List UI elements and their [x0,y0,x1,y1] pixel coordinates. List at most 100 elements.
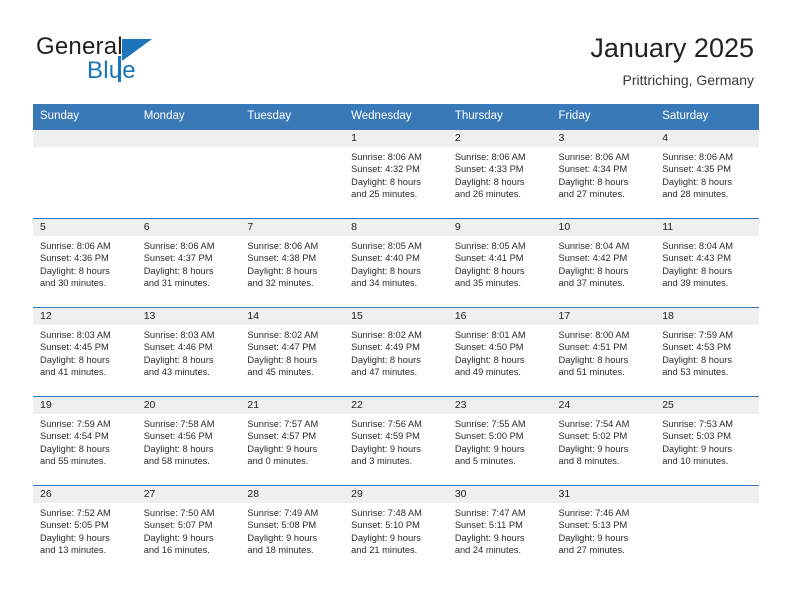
day-cell-content [655,486,759,574]
calendar-day-cell[interactable]: 28 Sunrise: 7:49 AM Sunset: 5:08 PM Dayligh… [240,485,345,574]
calendar-day-cell[interactable]: 4 Sunrise: 8:06 AM Sunset: 4:35 PM Daylight… [655,130,759,219]
sun-info-line-daylight: Daylight: 8 hours [247,265,318,276]
generalblue-logo[interactable]: General Blue [36,33,176,89]
sun-info-line-sunset: Sunset: 4:35 PM [662,164,731,175]
day-cell-content: 1 Sunrise: 8:06 AM Sunset: 4:32 PM Daylight… [344,130,448,218]
calendar-day-cell[interactable]: 11 Sunrise: 8:04 AM Sunset: 4:43 PM Dayligh… [655,218,759,308]
sun-info-line-sunrise: Sunrise: 7:57 AM [247,419,319,429]
calendar-day-cell[interactable]: 6 Sunrise: 8:06 AM Sunset: 4:37 PM Daylight… [136,218,241,308]
day-number: 30 [447,486,552,503]
sun-info-line-sunset: Sunset: 4:38 PM [247,253,317,264]
sun-info-line-daylight: Daylight: 8 hours [454,354,525,365]
calendar-day-cell[interactable]: 1 Sunrise: 8:06 AM Sunset: 4:32 PM Daylight… [344,130,448,219]
calendar-day-cell[interactable]: 15 Sunrise: 8:02 AM Sunset: 4:49 PM Dayligh… [344,307,448,397]
calendar-day-cell[interactable]: 21 Sunrise: 7:57 AM Sunset: 4:57 PM Dayligh… [240,396,345,486]
sun-info-line-daylight: Daylight: 9 hours [351,532,421,543]
day-sun-info: Sunrise: 8:06 AM Sunset: 4:36 PM Daylight:… [33,236,137,290]
day-cell-content: 19 Sunrise: 7:59 AM Sunset: 4:54 PM Dayligh… [33,397,137,485]
calendar-day-cell[interactable]: 2 Sunrise: 8:06 AM Sunset: 4:33 PM Daylight… [447,130,552,219]
sun-info-line-daylight: and 34 minutes. [351,278,418,289]
sun-info-line-daylight: and 53 minutes. [662,367,729,378]
sun-info-line-daylight: and 24 minutes. [454,545,521,556]
location-subtitle: Prittriching, Germany [622,72,754,88]
day-number: 18 [655,308,759,325]
calendar-day-cell[interactable]: 8 Sunrise: 8:05 AM Sunset: 4:40 PM Daylight… [344,218,448,308]
calendar-week-row: 19 Sunrise: 7:59 AM Sunset: 4:54 PM Dayligh… [33,396,759,486]
calendar-day-cell[interactable]: 5 Sunrise: 8:06 AM Sunset: 4:36 PM Daylight… [33,218,137,308]
day-sun-info: Sunrise: 8:02 AM Sunset: 4:47 PM Daylight:… [240,325,344,379]
day-sun-info: Sunrise: 7:47 AM Sunset: 5:11 PM Daylight:… [448,503,552,557]
sun-info-line-daylight: and 28 minutes. [662,189,729,200]
day-number: 26 [33,486,137,503]
day-sun-info: Sunrise: 7:53 AM Sunset: 5:03 PM Daylight:… [655,414,759,468]
sun-info-line-sunset: Sunset: 5:08 PM [247,520,317,531]
day-number: 3 [551,130,656,147]
sun-info-line-sunrise: Sunrise: 8:06 AM [143,241,215,251]
calendar-day-cell[interactable]: 3 Sunrise: 8:06 AM Sunset: 4:34 PM Daylight… [551,130,656,219]
sun-info-line-daylight: Daylight: 8 hours [662,176,732,187]
sun-info-line-sunset: Sunset: 5:00 PM [454,431,524,442]
calendar-day-cell[interactable]: 12 Sunrise: 8:03 AM Sunset: 4:45 PM Dayligh… [33,307,137,397]
day-cell-content: 31 Sunrise: 7:46 AM Sunset: 5:13 PM Dayligh… [551,486,656,574]
calendar-day-cell[interactable]: 20 Sunrise: 7:58 AM Sunset: 4:56 PM Dayligh… [136,396,241,486]
day-cell-content: 23 Sunrise: 7:55 AM Sunset: 5:00 PM Dayligh… [447,397,552,485]
sun-info-line-daylight: and 45 minutes. [247,367,314,378]
calendar-week-row: 12 Sunrise: 8:03 AM Sunset: 4:45 PM Dayligh… [33,307,759,397]
calendar-day-cell[interactable]: 31 Sunrise: 7:46 AM Sunset: 5:13 PM Dayligh… [551,485,656,574]
weekday-header-wednesday: Wednesday [344,104,448,130]
calendar-day-cell[interactable]: 26 Sunrise: 7:52 AM Sunset: 5:05 PM Dayligh… [33,485,137,574]
calendar-header-row: Sunday Monday Tuesday Wednesday Thursday… [33,104,759,130]
sun-info-line-daylight: and 26 minutes. [454,189,521,200]
sun-info-line-daylight: Daylight: 9 hours [454,443,525,454]
day-number: 23 [447,397,552,414]
sun-info-line-sunset: Sunset: 4:57 PM [247,431,317,442]
sun-info-line-daylight: Daylight: 9 hours [662,443,732,454]
sun-info-line-sunrise: Sunrise: 7:52 AM [40,508,111,518]
calendar-day-cell[interactable]: 27 Sunrise: 7:50 AM Sunset: 5:07 PM Dayligh… [136,485,241,574]
calendar-day-cell[interactable]: 17 Sunrise: 8:00 AM Sunset: 4:51 PM Dayligh… [551,307,656,397]
calendar-day-cell[interactable]: 10 Sunrise: 8:04 AM Sunset: 4:42 PM Dayligh… [551,218,656,308]
sun-info-line-daylight: Daylight: 8 hours [351,265,421,276]
calendar-day-cell[interactable]: 13 Sunrise: 8:03 AM Sunset: 4:46 PM Dayligh… [136,307,241,397]
day-cell-content: 12 Sunrise: 8:03 AM Sunset: 4:45 PM Dayligh… [33,308,137,396]
day-sun-info: Sunrise: 8:01 AM Sunset: 4:50 PM Daylight:… [448,325,552,379]
day-cell-content: 21 Sunrise: 7:57 AM Sunset: 4:57 PM Dayligh… [240,397,345,485]
sun-info-line-sunset: Sunset: 4:59 PM [351,431,420,442]
sun-info-line-daylight: Daylight: 8 hours [558,265,629,276]
sun-info-line-sunset: Sunset: 4:54 PM [40,431,109,442]
sun-info-line-sunrise: Sunrise: 7:53 AM [662,419,734,429]
calendar-day-cell[interactable]: 14 Sunrise: 8:02 AM Sunset: 4:47 PM Dayligh… [240,307,345,397]
sun-info-line-sunrise: Sunrise: 8:03 AM [143,330,215,340]
calendar-day-cell[interactable]: 24 Sunrise: 7:54 AM Sunset: 5:02 PM Dayligh… [551,396,656,486]
day-number: 15 [344,308,448,325]
day-number: 27 [136,486,241,503]
day-cell-content: 22 Sunrise: 7:56 AM Sunset: 4:59 PM Dayligh… [344,397,448,485]
calendar-day-cell[interactable]: 19 Sunrise: 7:59 AM Sunset: 4:54 PM Dayligh… [33,396,137,486]
calendar-day-cell[interactable]: 30 Sunrise: 7:47 AM Sunset: 5:11 PM Dayligh… [447,485,552,574]
weekday-header-monday: Monday [136,104,241,130]
page-header: General Blue January 2025 Prittriching, … [0,0,792,104]
day-cell-content: 29 Sunrise: 7:48 AM Sunset: 5:10 PM Dayligh… [344,486,448,574]
calendar-day-cell[interactable]: 25 Sunrise: 7:53 AM Sunset: 5:03 PM Dayligh… [655,396,759,486]
calendar-day-cell[interactable]: 18 Sunrise: 7:59 AM Sunset: 4:53 PM Dayligh… [655,307,759,397]
logo-text-blue: Blue [87,57,136,84]
sun-info-line-sunset: Sunset: 5:02 PM [558,431,628,442]
calendar-day-cell[interactable]: 7 Sunrise: 8:06 AM Sunset: 4:38 PM Daylight… [240,218,345,308]
day-cell-content: 6 Sunrise: 8:06 AM Sunset: 4:37 PM Daylight… [136,219,241,307]
day-number: 11 [655,219,759,236]
day-cell-content: 2 Sunrise: 8:06 AM Sunset: 4:33 PM Daylight… [447,130,552,218]
sun-info-line-sunrise: Sunrise: 8:06 AM [662,152,734,162]
calendar-body: 1 Sunrise: 8:06 AM Sunset: 4:32 PM Daylight… [33,130,759,574]
calendar-day-cell[interactable]: 23 Sunrise: 7:55 AM Sunset: 5:00 PM Dayligh… [447,396,552,486]
calendar-day-cell[interactable]: 29 Sunrise: 7:48 AM Sunset: 5:10 PM Dayligh… [344,485,448,574]
sun-info-line-daylight: and 18 minutes. [247,545,314,556]
day-number: 29 [344,486,448,503]
sun-info-line-daylight: and 13 minutes. [40,545,107,556]
calendar-day-cell[interactable]: 16 Sunrise: 8:01 AM Sunset: 4:50 PM Dayligh… [447,307,552,397]
day-cell-content: 17 Sunrise: 8:00 AM Sunset: 4:51 PM Dayligh… [551,308,656,396]
calendar-day-cell[interactable]: 9 Sunrise: 8:05 AM Sunset: 4:41 PM Daylight… [447,218,552,308]
calendar-day-cell[interactable]: 22 Sunrise: 7:56 AM Sunset: 4:59 PM Dayligh… [344,396,448,486]
day-sun-info: Sunrise: 8:06 AM Sunset: 4:38 PM Daylight:… [240,236,344,290]
day-sun-info: Sunrise: 7:57 AM Sunset: 4:57 PM Daylight:… [240,414,344,468]
day-cell-content: 8 Sunrise: 8:05 AM Sunset: 4:40 PM Daylight… [344,219,448,307]
